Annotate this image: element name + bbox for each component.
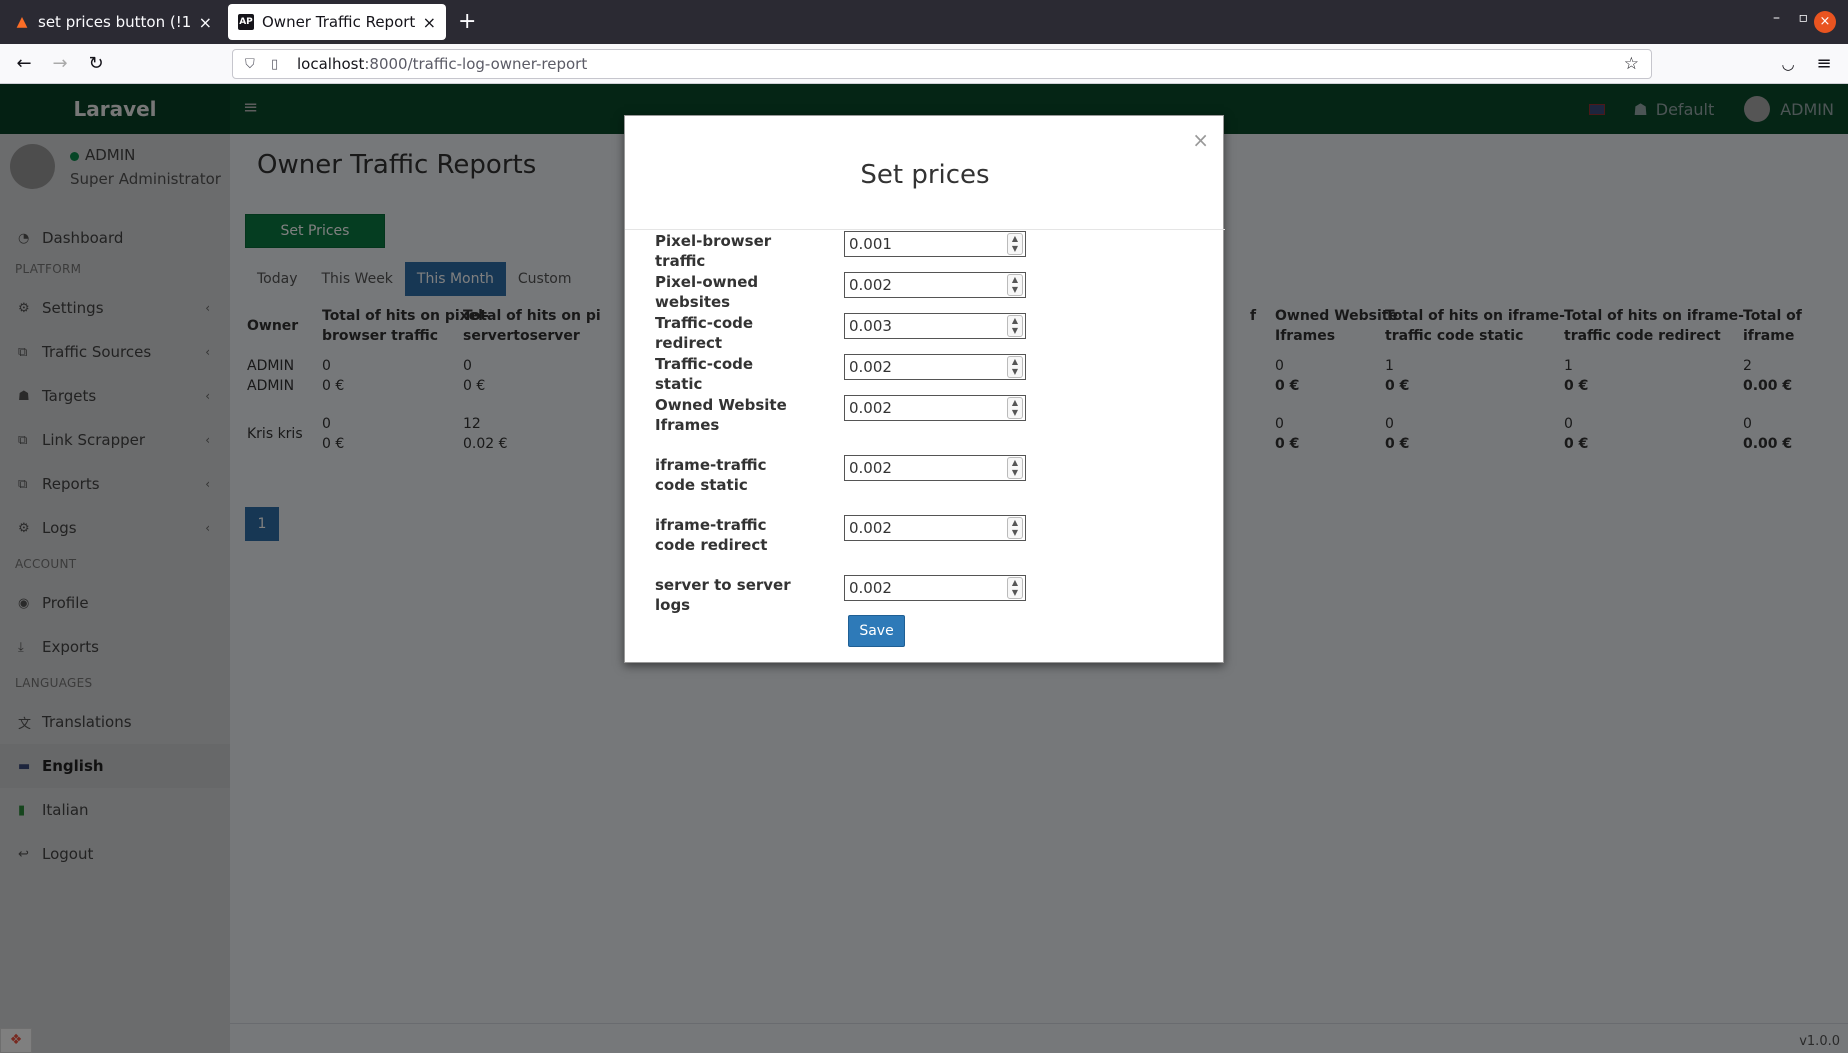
number-stepper-icon[interactable]: ▲ ▼	[1007, 577, 1023, 599]
number-stepper-icon[interactable]: ▲ ▼	[1007, 274, 1023, 296]
back-icon[interactable]: ←	[12, 52, 36, 76]
price-input-iframe-traffic-code-static[interactable]	[844, 455, 1026, 481]
price-input-pixel-owned-websites[interactable]	[844, 272, 1026, 298]
set-prices-modal: × Set prices Pixel-browser traffic ▲▼ Pi…	[624, 115, 1225, 663]
price-input-pixel-browser-traffic[interactable]	[844, 231, 1026, 257]
pocket-icon[interactable]: ◡	[1776, 52, 1800, 76]
new-tab-icon[interactable]: +	[458, 8, 476, 36]
window-close-icon[interactable]: ×	[1814, 11, 1836, 33]
bookmark-star-icon[interactable]: ☆	[1624, 54, 1639, 74]
label-iframe-traffic-code-redirect: iframe-traffic code redirect	[655, 516, 768, 554]
number-stepper-icon[interactable]: ▲ ▼	[1007, 233, 1023, 255]
maximize-icon[interactable]: ▫	[1799, 10, 1809, 26]
tab-title: set prices button (!117) ·	[38, 13, 191, 31]
browser-tab-gitlab[interactable]: ▲ set prices button (!117) · ×	[4, 4, 222, 40]
label-traffic-code-redirect: Traffic-code redirect	[655, 314, 754, 352]
forward-icon[interactable]: →	[48, 52, 72, 76]
number-stepper-icon[interactable]: ▲ ▼	[1007, 457, 1023, 479]
label-pixel-owned-websites: Pixel-owned websites	[655, 273, 759, 311]
close-tab-icon[interactable]: ×	[423, 13, 436, 32]
url-host: localhost	[297, 55, 365, 73]
browser-tab-bar: ▲ set prices button (!117) · × AP Owner …	[0, 0, 1848, 44]
number-stepper-icon[interactable]: ▲ ▼	[1007, 397, 1023, 419]
label-pixel-browser-traffic: Pixel-browser traffic	[655, 232, 772, 270]
reload-icon[interactable]: ↻	[84, 52, 108, 76]
save-button[interactable]: Save	[848, 615, 905, 647]
app-menu-icon[interactable]: ≡	[1812, 52, 1836, 76]
close-tab-icon[interactable]: ×	[199, 13, 212, 32]
browser-tab-owner-reports[interactable]: AP Owner Traffic Reports - L ×	[228, 4, 446, 40]
price-input-owned-website-iframes[interactable]	[844, 395, 1026, 421]
label-server-to-server-logs: server to server logs	[655, 576, 791, 614]
modal-title: Set prices	[860, 160, 990, 190]
gitlab-icon: ▲	[16, 14, 28, 30]
label-iframe-traffic-code-static: iframe-traffic code static	[655, 456, 767, 494]
tab-title: Owner Traffic Reports - L	[262, 13, 415, 31]
app-favicon-icon: AP	[238, 14, 254, 30]
number-stepper-icon[interactable]: ▲ ▼	[1007, 356, 1023, 378]
modal-divider	[625, 229, 1225, 230]
url-bar[interactable]: ⛉ ▯ localhost:8000/traffic-log-owner-rep…	[232, 49, 1652, 79]
label-traffic-code-static: Traffic-code static	[655, 355, 754, 393]
url-path: :8000/traffic-log-owner-report	[364, 55, 588, 73]
page-icon: ▯	[271, 56, 279, 72]
close-icon[interactable]: ×	[1192, 128, 1209, 152]
price-input-traffic-code-static[interactable]	[844, 354, 1026, 380]
price-input-server-to-server-logs[interactable]	[844, 575, 1026, 601]
number-stepper-icon[interactable]: ▲ ▼	[1007, 517, 1023, 539]
price-input-iframe-traffic-code-redirect[interactable]	[844, 515, 1026, 541]
minimize-icon[interactable]: –	[1773, 10, 1780, 26]
price-input-traffic-code-redirect[interactable]	[844, 313, 1026, 339]
browser-nav-bar: ← → ↻ ⛉ ▯ localhost:8000/traffic-log-own…	[0, 44, 1848, 84]
shield-icon: ⛉	[245, 56, 255, 72]
number-stepper-icon[interactable]: ▲ ▼	[1007, 315, 1023, 337]
label-owned-website-iframes: Owned Website Iframes	[655, 396, 787, 434]
